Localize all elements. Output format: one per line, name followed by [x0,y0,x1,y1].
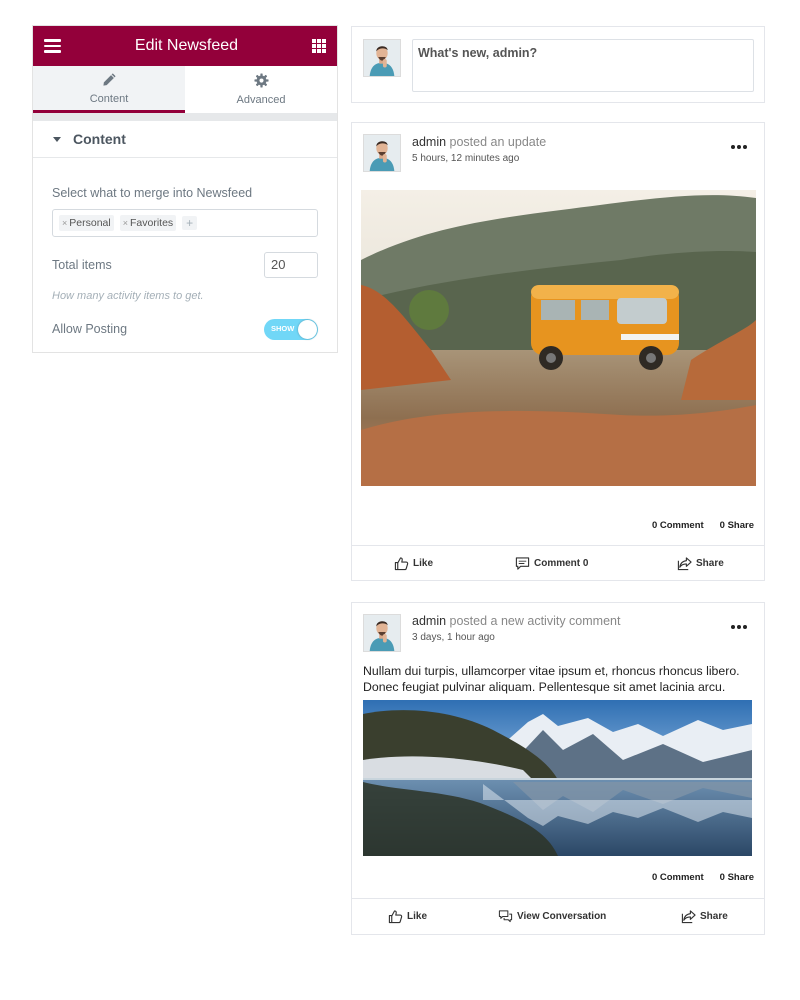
avatar[interactable] [363,39,401,77]
post-image-mountains[interactable] [363,700,752,856]
user-avatar-image [364,40,400,76]
toggle-label: SHOW [271,324,295,333]
whats-new-input[interactable]: What's new, admin? [412,39,754,92]
allow-posting-label: Allow Posting [52,322,128,336]
panel-title: Edit Newsfeed [134,37,239,54]
share-button[interactable]: Share [681,909,728,924]
avatar[interactable] [363,614,401,652]
comment-count[interactable]: 0 Comment [652,872,704,883]
share-icon [681,910,696,924]
tag-favorites[interactable]: × Favorites [119,215,177,231]
comment-icon [515,557,530,570]
post-author-link[interactable]: admin [412,614,446,628]
post-author-link[interactable]: admin [412,135,446,149]
thumbs-up-icon [388,910,403,924]
more-options-icon[interactable] [731,625,747,629]
post-action-bar: Like Comment 0 Share [352,545,764,581]
tag-label: Personal [69,217,111,229]
total-items-label: Total items [52,258,112,272]
thumbs-up-icon [394,557,409,571]
avatar[interactable] [363,134,401,172]
content-section-toggle[interactable]: Content [33,121,337,158]
post-timestamp[interactable]: 5 hours, 12 minutes ago [412,153,519,164]
tab-content[interactable]: Content [33,66,185,113]
share-icon [677,557,692,571]
tag-remove-icon[interactable]: × [123,218,128,228]
mountain-lake-photo [363,700,752,856]
merge-label: Select what to merge into Newsfeed [52,186,253,200]
tag-personal[interactable]: × Personal [59,215,114,231]
caret-down-icon [53,136,61,142]
share-label: Share [700,911,728,922]
total-items-hint: How many activity items to get. [52,290,204,302]
share-count[interactable]: 0 Share [720,520,754,531]
allow-posting-toggle[interactable]: SHOW [264,319,318,340]
add-tag-icon[interactable]: + [182,216,198,230]
tab-content-label: Content [89,92,129,105]
comment-button[interactable]: Comment 0 [515,556,588,571]
conversation-icon [498,910,513,923]
post-meta: admin posted a new activity comment [412,614,620,628]
van-photo [361,190,756,486]
share-label: Share [696,558,724,569]
tag-remove-icon[interactable]: × [62,218,67,228]
post-text: Nullam dui turpis, ullamcorper vitae ips… [363,664,740,694]
panel-header: Edit Newsfeed [33,26,337,66]
toggle-knob [298,320,317,339]
panel-tabs: Content Advanced [33,66,337,121]
share-count[interactable]: 0 Share [720,872,754,883]
post-action-text: posted a new activity comment [449,614,621,628]
like-button[interactable]: Like [394,556,433,571]
section-title: Content [73,131,126,147]
post-card: admin posted an update 5 hours, 12 minut… [351,122,765,581]
post-meta: admin posted an update [412,135,546,149]
post-action-text: posted an update [449,135,547,149]
gear-icon [253,73,269,88]
editor-panel: Edit Newsfeed Content Advanced Content S… [32,25,338,353]
like-button[interactable]: Like [388,909,427,924]
user-avatar-image [364,135,400,171]
composer-card: What's new, admin? [351,26,765,103]
like-label: Like [407,911,428,922]
post-card: admin posted a new activity comment 3 da… [351,602,765,935]
tab-advanced-label: Advanced [236,94,286,106]
merge-select[interactable]: × Personal × Favorites + [52,209,318,237]
user-avatar-image [364,615,400,651]
post-counts: 0 Comment 0 Share [652,872,754,883]
post-timestamp[interactable]: 3 days, 1 hour ago [412,632,495,643]
total-items-input[interactable]: 20 [264,252,318,278]
comment-count[interactable]: 0 Comment [652,520,704,531]
tag-label: Favorites [129,217,174,229]
post-image-van[interactable] [361,190,756,486]
pencil-icon [102,72,116,86]
view-conversation-label: View Conversation [517,911,607,922]
comment-label: Comment 0 [534,558,589,569]
widgets-grid-icon[interactable] [311,39,326,53]
post-counts: 0 Comment 0 Share [652,520,754,531]
hamburger-menu-icon[interactable] [44,39,61,53]
view-conversation-button[interactable]: View Conversation [498,909,606,924]
tab-advanced[interactable]: Advanced [185,66,337,113]
post-action-bar: Like View Conversation Share [352,898,764,934]
like-label: Like [413,558,434,569]
share-button[interactable]: Share [677,556,724,571]
more-options-icon[interactable] [731,145,747,149]
